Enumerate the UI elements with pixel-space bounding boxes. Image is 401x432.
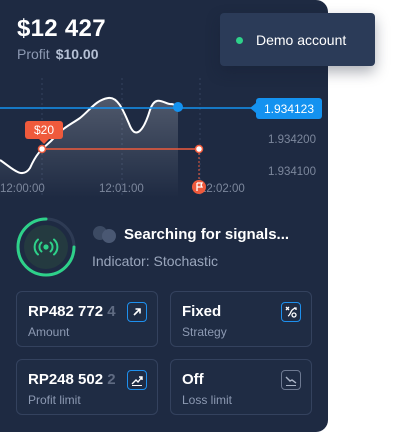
account-mode-label: Demo account (256, 32, 347, 48)
searching-icon (92, 224, 118, 244)
loss-limit-label: Loss limit (182, 393, 233, 407)
signal-indicator (15, 216, 77, 278)
balance-value: $12 427 (17, 15, 106, 42)
profit-value: $10.00 (55, 46, 99, 62)
amount-label: Amount (28, 325, 70, 339)
time-tick-1: 12:00:00 (0, 183, 45, 195)
strategy-label: Strategy (182, 325, 227, 339)
amount-tile[interactable]: RP482 772 4 Amount (16, 291, 158, 347)
finish-flag-icon (192, 180, 206, 194)
bet-end-marker (194, 144, 204, 154)
indicator-label: Indicator: Stochastic (92, 253, 219, 269)
profit-label: Profit (17, 46, 50, 62)
profit-row: Profit $10.00 (17, 46, 99, 62)
bet-start-marker (37, 144, 47, 154)
status-dot-icon (236, 37, 243, 44)
signal-status-title: Searching for signals... (124, 226, 290, 243)
time-tick-3: 12:02:00 (200, 183, 245, 195)
loss-limit-value: Off (182, 371, 204, 388)
loss-chart-icon[interactable] (281, 370, 301, 390)
profit-chart-icon[interactable] (127, 370, 147, 390)
trend-up-icon[interactable] (127, 302, 147, 322)
current-price-tag: 1.934123 (250, 98, 322, 119)
current-price-dot (173, 102, 183, 112)
bet-amount-tag: $20 (25, 121, 63, 144)
strategy-value: Fixed (182, 303, 222, 320)
profit-limit-label: Profit limit (28, 393, 81, 407)
profit-limit-tile[interactable]: RP248 502 2 Profit limit (16, 359, 158, 415)
amount-value: RP482 772 4 (28, 303, 116, 320)
price-tick-2: 1.934100 (268, 166, 316, 178)
profit-limit-value: RP248 502 2 (28, 371, 116, 388)
account-popup[interactable]: Demo account (220, 13, 375, 66)
strategy-icon[interactable] (281, 302, 301, 322)
price-tick-1: 1.934200 (268, 134, 316, 146)
loss-limit-tile[interactable]: Off Loss limit (170, 359, 312, 415)
broadcast-icon (24, 225, 68, 269)
strategy-tile[interactable]: Fixed Strategy (170, 291, 312, 347)
time-tick-2: 12:01:00 (99, 183, 144, 195)
